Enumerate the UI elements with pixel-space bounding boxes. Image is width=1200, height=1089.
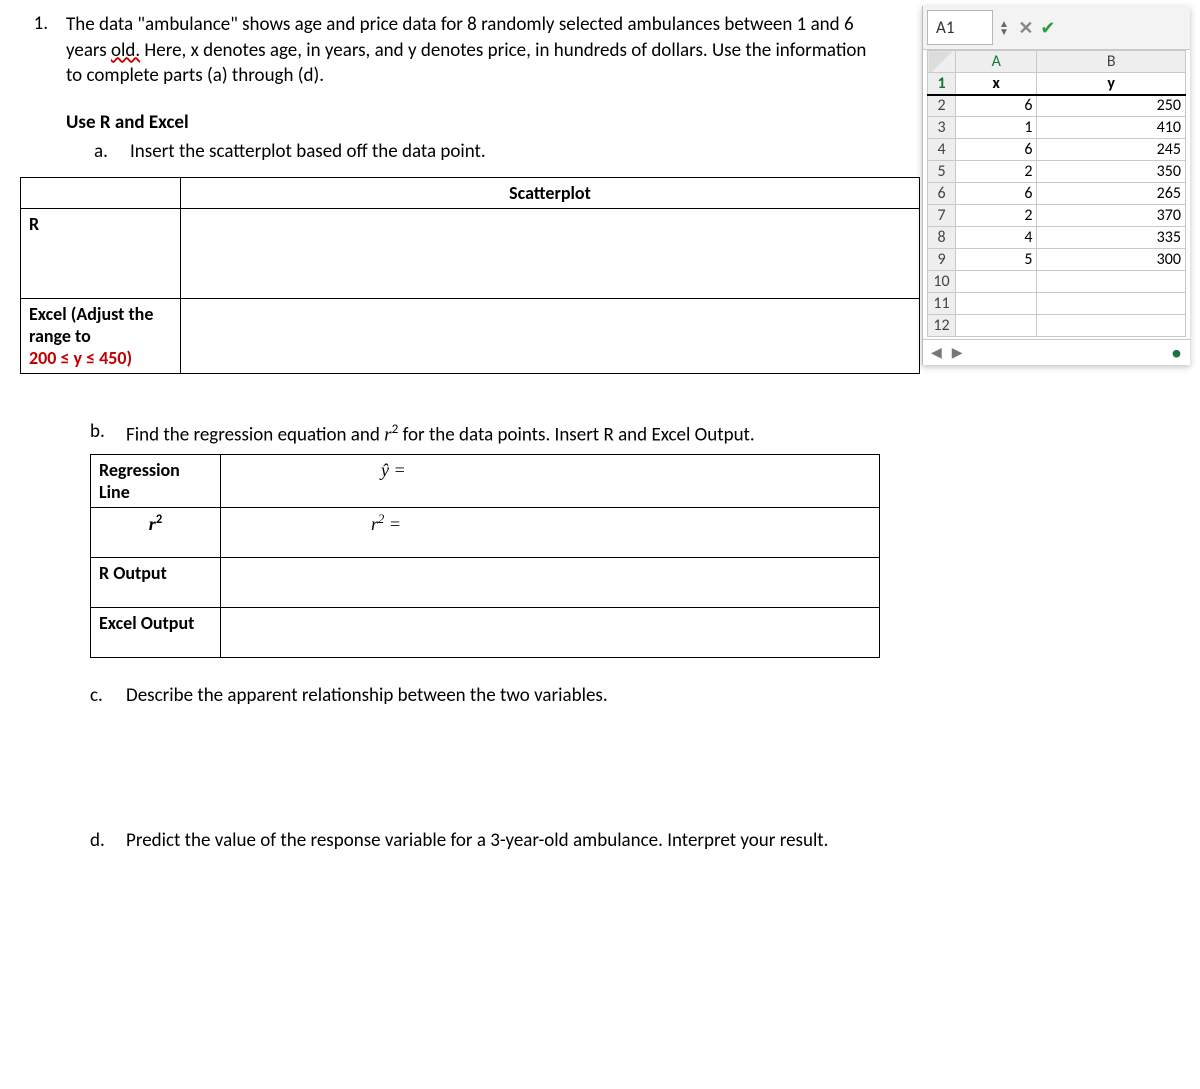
cell[interactable]: 5 [956,249,1037,271]
row-excel-label-pre: Excel (Adjust the range to [29,303,153,347]
part-d-letter: d. [90,829,112,852]
regression-line-label: Regression Line [91,455,221,508]
cell[interactable]: 6 [956,183,1037,205]
regression-table: Regression Line ŷ = r2 r2 = R Output Exc… [90,454,880,658]
row-header[interactable]: 9 [928,249,956,271]
cell[interactable]: 4 [956,227,1037,249]
row-header[interactable]: 4 [928,139,956,161]
row-header[interactable]: 6 [928,183,956,205]
question-intro: The data "ambulance" shows age and price… [66,12,880,89]
excel-panel: A1 ▲ ▼ ✕ ✔ A B 1 x y [922,6,1190,365]
row-header[interactable]: 8 [928,227,956,249]
next-sheet-button[interactable]: ▶ [952,344,963,361]
check-icon: ✔ [1040,17,1055,39]
cell-a1[interactable]: x [956,73,1037,95]
question-number: 1. [20,12,48,169]
row-header[interactable]: 11 [928,293,956,315]
cell[interactable] [1037,315,1186,337]
cell[interactable]: 2 [956,161,1037,183]
name-box[interactable]: A1 [927,10,993,45]
sheet-tab-nav: ◀ ▶ • [923,339,1190,365]
cell[interactable]: 335 [1037,227,1186,249]
cancel-button[interactable]: ✕ [1015,6,1037,49]
column-header-b[interactable]: B [1037,51,1186,73]
r2-row-label: r2 [91,508,221,558]
cell[interactable]: 370 [1037,205,1186,227]
part-b-letter: b. [90,420,112,446]
name-box-stepper[interactable]: ▲ ▼ [999,20,1009,36]
cell[interactable]: 300 [1037,249,1186,271]
cell[interactable]: 410 [1037,117,1186,139]
row-header[interactable]: 3 [928,117,956,139]
part-b-text: Find the regression equation and r2 for … [126,420,1200,446]
part-c-text: Describe the apparent relationship betwe… [126,684,1200,707]
row-header[interactable]: 2 [928,95,956,117]
select-all-corner[interactable] [928,51,956,73]
row-header[interactable]: 12 [928,315,956,337]
cell[interactable] [956,315,1037,337]
yhat-label: ŷ = [381,460,406,480]
cell-b1[interactable]: y [1037,73,1186,95]
spreadsheet-grid[interactable]: A B 1 x y 26250 31410 46245 52350 66265 … [927,50,1186,337]
cell[interactable]: 6 [956,139,1037,161]
use-r-and-excel-heading: Use R and Excel [66,111,880,134]
scatterplot-table: Scatterplot R Excel (Adjust the range to… [20,177,920,374]
excel-output-label: Excel Output [91,608,221,658]
prev-sheet-button[interactable]: ◀ [931,344,942,361]
part-a-text: Insert the scatterplot based off the dat… [130,140,880,163]
cell[interactable]: 350 [1037,161,1186,183]
r-output-label: R Output [91,558,221,608]
cell[interactable] [956,271,1037,293]
row-r-label: R [21,208,181,298]
cell[interactable] [1037,293,1186,315]
scatterplot-header: Scatterplot [181,177,920,208]
cell[interactable]: 250 [1037,95,1186,117]
formula-bar: A1 ▲ ▼ ✕ ✔ [923,6,1190,50]
row-header[interactable]: 5 [928,161,956,183]
r2-eq-label: r2 = [371,514,401,534]
cell[interactable]: 245 [1037,139,1186,161]
row-header[interactable]: 1 [928,73,956,95]
cell[interactable]: 6 [956,95,1037,117]
cell[interactable]: 2 [956,205,1037,227]
column-header-a[interactable]: A [956,51,1037,73]
cell[interactable]: 1 [956,117,1037,139]
cell[interactable]: 265 [1037,183,1186,205]
row-excel-range: 200 ≤ y ≤ 450) [29,347,132,369]
row-header[interactable]: 10 [928,271,956,293]
part-a-letter: a. [94,140,116,163]
close-icon: ✕ [1018,17,1033,39]
part-c-letter: c. [90,684,112,707]
intro-underlined: old. [111,39,140,62]
intro-post: Here, x denotes age, in years, and y den… [66,39,866,88]
cell[interactable] [956,293,1037,315]
part-d-text: Predict the value of the response variab… [126,829,1200,852]
row-header[interactable]: 7 [928,205,956,227]
cell[interactable] [1037,271,1186,293]
confirm-button[interactable]: ✔ [1037,6,1059,49]
chevron-down-icon: ▼ [999,28,1009,36]
sheet-options-icon[interactable]: • [1171,348,1182,358]
